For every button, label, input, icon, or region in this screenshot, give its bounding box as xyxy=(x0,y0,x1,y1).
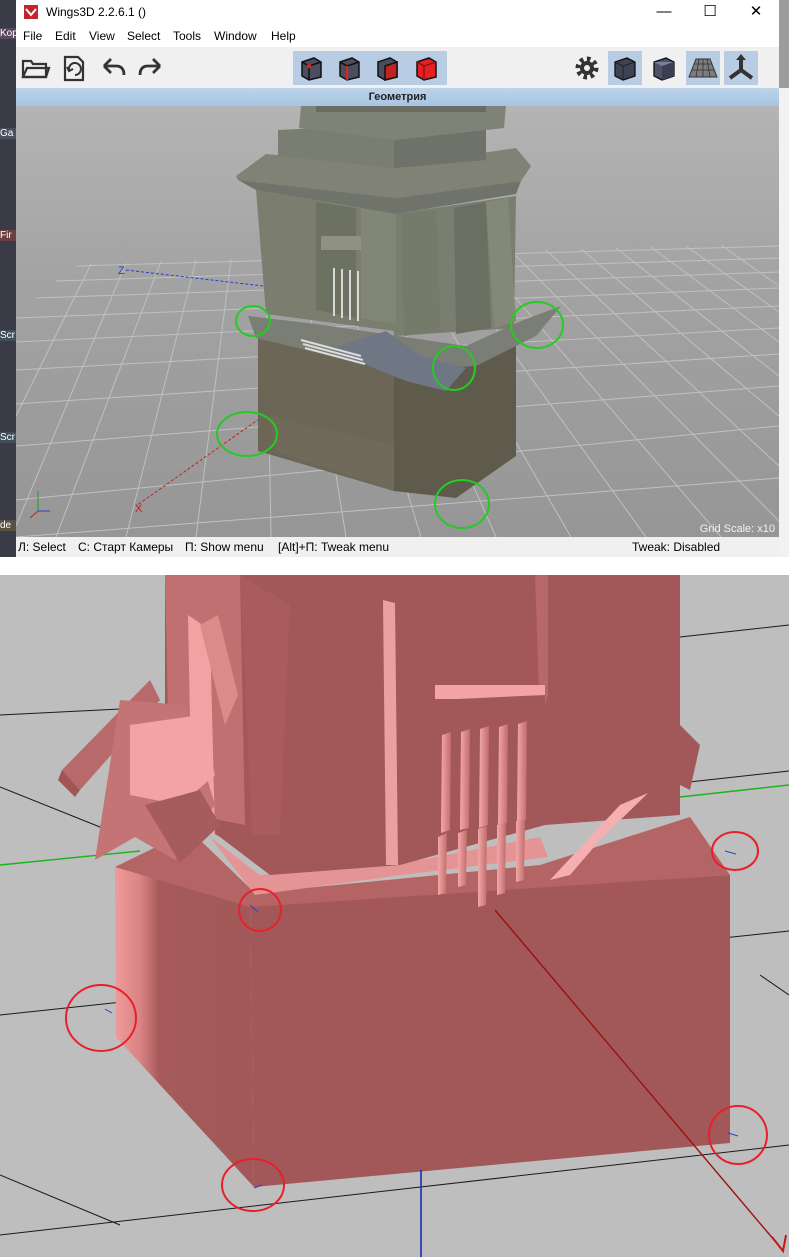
z-axis-label: Z xyxy=(118,265,125,277)
desktop-tile[interactable]: Fir xyxy=(0,230,16,241)
menu-select[interactable]: Select xyxy=(127,29,160,43)
maximize-button[interactable]: ☐ xyxy=(687,0,733,25)
flat-shading-icon[interactable] xyxy=(647,51,681,85)
closeup-screenshot xyxy=(0,575,789,1257)
desktop-background-strip: Kop Ga Fir Scr Scr de xyxy=(0,0,16,557)
wings3d-logo-icon xyxy=(24,5,38,19)
import-icon[interactable] xyxy=(56,51,90,85)
undo-icon[interactable] xyxy=(96,51,130,85)
menu-help[interactable]: Help xyxy=(271,29,296,43)
minimize-button[interactable]: — xyxy=(641,0,687,25)
redo-icon[interactable] xyxy=(134,51,168,85)
background-window-edge xyxy=(779,88,789,557)
close-button[interactable]: ✕ xyxy=(733,0,779,25)
status-lmb-hint: Л: Select xyxy=(18,540,66,554)
x-axis-label: X xyxy=(135,503,143,515)
menu-view[interactable]: View xyxy=(89,29,115,43)
open-folder-icon[interactable] xyxy=(18,51,52,85)
object-select-icon[interactable] xyxy=(409,51,443,85)
toolbar xyxy=(16,47,779,88)
desktop-tile[interactable]: de xyxy=(0,520,16,531)
settings-gear-icon[interactable] xyxy=(570,51,604,85)
desktop-tile[interactable]: Kop xyxy=(0,28,16,39)
menu-file[interactable]: File xyxy=(23,29,42,43)
closeup-viewport[interactable] xyxy=(0,575,789,1257)
axes-icon[interactable] xyxy=(724,51,758,85)
smooth-shading-icon[interactable] xyxy=(608,51,642,85)
status-rmb-hint: П: Show menu xyxy=(185,540,264,554)
ground-grid-icon[interactable] xyxy=(686,51,720,85)
wings3d-screenshot: Kop Ga Fir Scr Scr de Wings3D 2.2.6.1 ()… xyxy=(0,0,789,557)
status-alt-rmb-hint: [Alt]+П: Tweak menu xyxy=(278,540,390,554)
viewport-scene: Z X Y xyxy=(16,106,779,537)
status-tweak: Tweak: Disabled xyxy=(632,540,721,554)
edge-select-icon[interactable] xyxy=(332,51,366,85)
window-title: Wings3D 2.2.6.1 () xyxy=(46,5,147,19)
desktop-tile[interactable]: Scr xyxy=(0,330,16,341)
model-building[interactable] xyxy=(236,106,561,498)
status-mmb-hint: С: Старт Камеры xyxy=(78,540,174,554)
geometry-viewport[interactable]: Z X Y xyxy=(16,106,779,537)
desktop-tile[interactable]: Ga xyxy=(0,128,16,139)
vertex-select-icon[interactable] xyxy=(294,51,328,85)
menu-window[interactable]: Window xyxy=(214,29,257,43)
face-select-icon[interactable] xyxy=(370,51,404,85)
menu-edit[interactable]: Edit xyxy=(55,29,76,43)
grid-scale-label: Grid Scale: x10 xyxy=(699,523,775,535)
menu-tools[interactable]: Tools xyxy=(173,29,201,43)
title-bar[interactable]: Wings3D 2.2.6.1 () — ☐ ✕ xyxy=(16,0,779,25)
wings3d-window: Wings3D 2.2.6.1 () — ☐ ✕ File Edit View … xyxy=(16,0,779,557)
menu-bar: File Edit View Select Tools Window Help xyxy=(16,25,779,47)
viewport-title: Геометрия xyxy=(16,88,779,106)
status-bar: Л: Select С: Старт Камеры П: Show menu [… xyxy=(16,537,779,557)
desktop-tile[interactable]: Scr xyxy=(0,432,16,443)
